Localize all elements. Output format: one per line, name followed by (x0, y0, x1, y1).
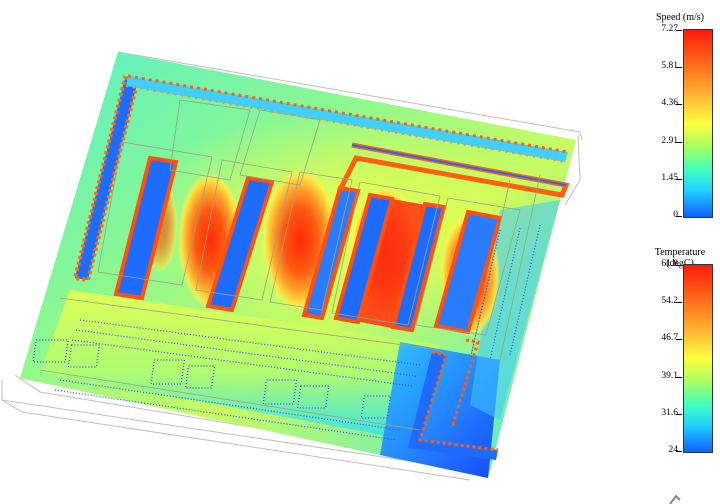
temperature-tick-mark (676, 414, 682, 415)
speed-legend-title: Speed (m/s) (655, 12, 705, 23)
speed-legend: Speed (m/s) 7.27 5.81 4.36 2.91 1.45 0 (640, 12, 720, 227)
speed-tick-mark (676, 216, 682, 217)
speed-tick-mark (676, 104, 682, 105)
temperature-color-bar (683, 264, 713, 453)
temperature-tick-mark (676, 451, 682, 452)
speed-tick-mark (676, 142, 682, 143)
speed-tick-label: 4.36 (661, 98, 678, 108)
speed-tick-label: 2.91 (661, 136, 678, 146)
temperature-tick-label: 24 (668, 445, 679, 455)
cursor-icon (669, 494, 681, 504)
speed-tick-label: 7.27 (661, 24, 678, 34)
speed-color-bar (683, 29, 713, 218)
temperature-tick-label: 61.8 (661, 259, 678, 269)
temperature-tick-mark (676, 265, 682, 266)
speed-tick-mark (676, 67, 682, 68)
simulation-viewport[interactable] (0, 0, 720, 504)
speed-tick-mark (676, 179, 682, 180)
speed-tick-label: 0 (673, 210, 678, 220)
temperature-tick-label: 46.7 (661, 333, 678, 343)
temperature-tick-label: 54.2 (661, 296, 678, 306)
speed-tick-label: 1.45 (661, 173, 678, 183)
speed-tick-mark (676, 30, 682, 31)
temperature-tick-mark (676, 377, 682, 378)
temperature-tick-label: 39.1 (661, 371, 678, 381)
temperature-legend: Temperature (degC) 61.8 54.2 46.7 39.1 3… (640, 245, 720, 460)
temperature-tick-label: 31.6 (661, 408, 678, 418)
speed-tick-label: 5.81 (661, 61, 678, 71)
temperature-tick-mark (676, 302, 682, 303)
temperature-tick-mark (676, 339, 682, 340)
